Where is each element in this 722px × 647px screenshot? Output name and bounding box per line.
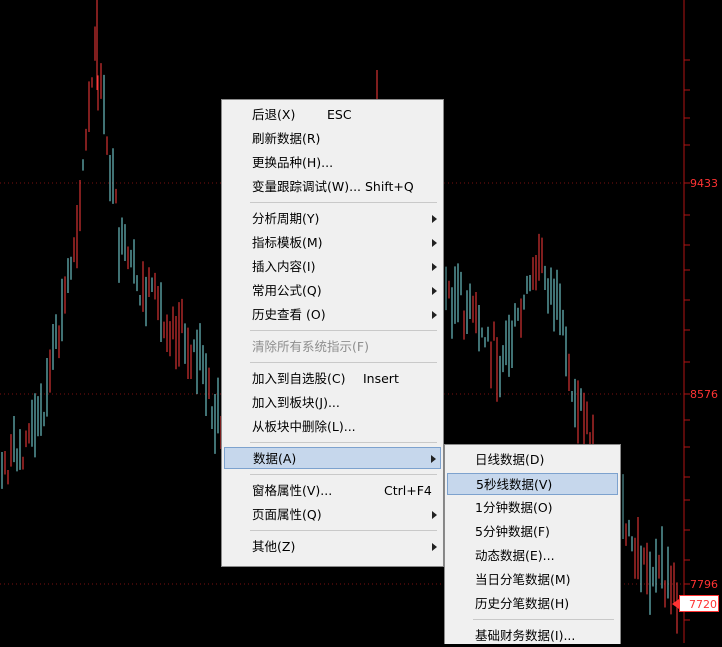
menu-item-insert-content[interactable]: 插入内容(I)	[224, 256, 441, 278]
submenu-arrow-icon	[432, 239, 437, 247]
menu-item-back[interactable]: 后退(X) ESC	[224, 104, 441, 126]
submenu-item-label: 动态数据(E)...	[475, 548, 555, 563]
submenu-arrow-icon	[431, 455, 436, 463]
menu-item-analysis-period[interactable]: 分析周期(Y)	[224, 208, 441, 230]
menu-item-remove-from-sector[interactable]: 从板块中删除(L)...	[224, 416, 441, 438]
menu-item-variable-debug[interactable]: 变量跟踪调试(W)... Shift+Q	[224, 176, 441, 198]
menu-item-shortcut: Shift+Q	[365, 179, 414, 194]
submenu-item-intraday-tick-data[interactable]: 当日分笔数据(M)	[447, 569, 618, 591]
menu-item-history-view[interactable]: 历史查看 (O)	[224, 304, 441, 326]
submenu-item-5sec-data[interactable]: 5秒线数据(V)	[447, 473, 618, 495]
menu-separator	[250, 530, 437, 531]
price-axis-label-2: 8576	[690, 388, 718, 401]
submenu-item-5min-data[interactable]: 5分钟数据(F)	[447, 521, 618, 543]
menu-item-shortcut: Ctrl+F4	[384, 483, 432, 498]
menu-item-label: 刷新数据(R)	[252, 131, 321, 146]
submenu-item-1min-data[interactable]: 1分钟数据(O)	[447, 497, 618, 519]
menu-separator	[250, 474, 437, 475]
menu-item-add-to-sector[interactable]: 加入到板块(J)...	[224, 392, 441, 414]
menu-item-label: 变量跟踪调试(W)...	[252, 179, 362, 194]
menu-item-add-to-watchlist[interactable]: 加入到自选股(C) Insert	[224, 368, 441, 390]
menu-item-label: 常用公式(Q)	[252, 283, 322, 298]
menu-item-indicator-template[interactable]: 指标模板(M)	[224, 232, 441, 254]
submenu-item-label: 日线数据(D)	[475, 452, 545, 467]
menu-item-label: 加入到自选股(C)	[252, 371, 346, 386]
menu-item-label: 其他(Z)	[252, 539, 296, 554]
submenu-item-label: 当日分笔数据(M)	[475, 572, 571, 587]
menu-item-refresh-data[interactable]: 刷新数据(R)	[224, 128, 441, 150]
submenu-arrow-icon	[432, 543, 437, 551]
price-axis-label-3: 7796	[690, 578, 718, 591]
submenu-arrow-icon	[432, 287, 437, 295]
menu-item-shortcut: ESC	[327, 107, 352, 122]
data-submenu: 日线数据(D) 5秒线数据(V) 1分钟数据(O) 5分钟数据(F) 动态数据(…	[444, 444, 621, 644]
submenu-item-label: 1分钟数据(O)	[475, 500, 553, 515]
last-price-tag: 7720	[672, 595, 719, 612]
menu-separator	[250, 330, 437, 331]
menu-item-common-formula[interactable]: 常用公式(Q)	[224, 280, 441, 302]
submenu-item-label: 历史分笔数据(H)	[475, 596, 570, 611]
menu-item-pane-properties[interactable]: 窗格属性(V)... Ctrl+F4	[224, 480, 441, 502]
context-menu: 后退(X) ESC 刷新数据(R) 更换品种(H)... 变量跟踪调试(W)..…	[221, 99, 444, 567]
submenu-arrow-icon	[432, 311, 437, 319]
menu-item-label: 数据(A)	[253, 451, 297, 466]
submenu-item-dynamic-data[interactable]: 动态数据(E)...	[447, 545, 618, 567]
submenu-item-label: 基础财务数据(I)...	[475, 628, 576, 643]
submenu-arrow-icon	[432, 263, 437, 271]
menu-item-clear-system-indicators: 清除所有系统指示(F)	[224, 336, 441, 358]
menu-item-label: 更换品种(H)...	[252, 155, 334, 170]
submenu-item-financial-data[interactable]: 基础财务数据(I)...	[447, 625, 618, 647]
menu-item-label: 页面属性(Q)	[252, 507, 322, 522]
menu-separator	[250, 442, 437, 443]
submenu-item-label: 5分钟数据(F)	[475, 524, 550, 539]
menu-separator	[473, 619, 614, 620]
submenu-arrow-icon	[432, 215, 437, 223]
menu-item-other[interactable]: 其他(Z)	[224, 536, 441, 558]
menu-item-label: 从板块中删除(L)...	[252, 419, 356, 434]
menu-item-label: 清除所有系统指示(F)	[252, 339, 369, 354]
menu-item-label: 窗格属性(V)...	[252, 483, 333, 498]
submenu-item-daily-data[interactable]: 日线数据(D)	[447, 449, 618, 471]
submenu-arrow-icon	[432, 511, 437, 519]
menu-separator	[250, 362, 437, 363]
submenu-item-label: 5秒线数据(V)	[476, 477, 553, 492]
menu-item-data[interactable]: 数据(A)	[224, 447, 441, 469]
price-axis-label-1: 9433	[690, 177, 718, 190]
menu-item-label: 加入到板块(J)...	[252, 395, 340, 410]
menu-item-label: 指标模板(M)	[252, 235, 323, 250]
menu-item-shortcut: Insert	[363, 371, 399, 386]
menu-item-label: 插入内容(I)	[252, 259, 316, 274]
menu-item-label: 后退(X)	[252, 107, 296, 122]
menu-item-label: 历史查看 (O)	[252, 307, 326, 322]
menu-item-change-symbol[interactable]: 更换品种(H)...	[224, 152, 441, 174]
menu-item-page-properties[interactable]: 页面属性(Q)	[224, 504, 441, 526]
menu-item-label: 分析周期(Y)	[252, 211, 320, 226]
submenu-item-history-tick-data[interactable]: 历史分笔数据(H)	[447, 593, 618, 615]
menu-separator	[250, 202, 437, 203]
